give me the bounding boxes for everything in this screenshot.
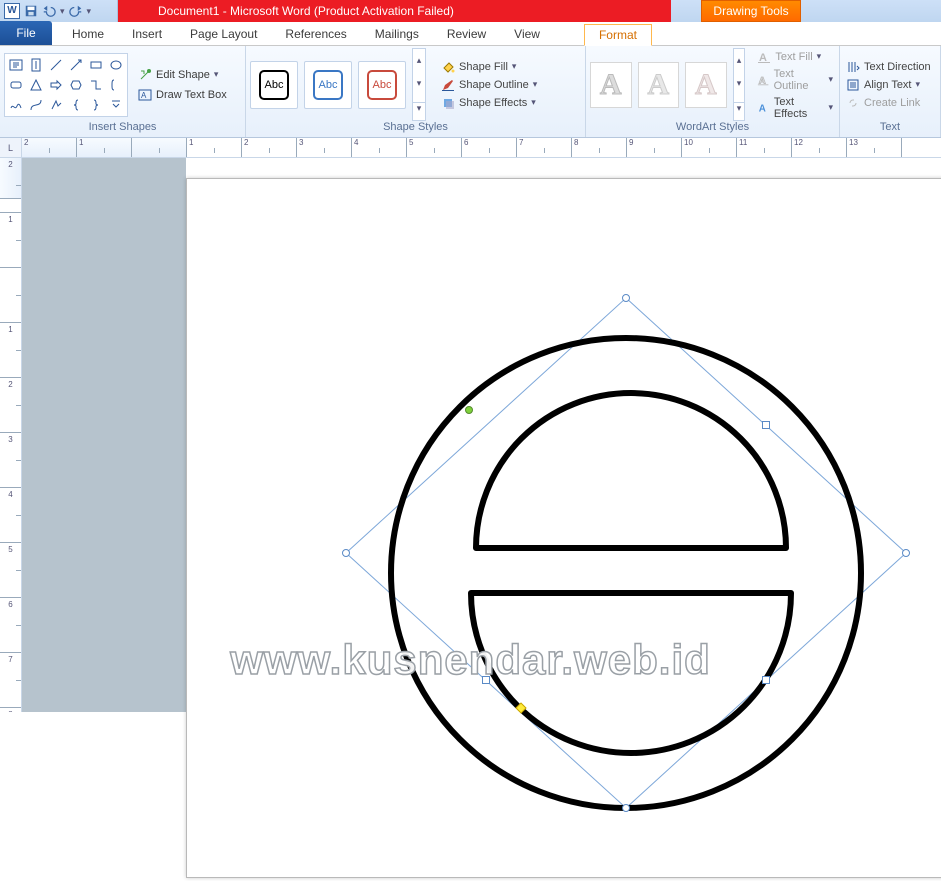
- svg-text:A: A: [759, 103, 766, 114]
- group-shape-styles: Abc Abc Abc ▴▾▾ Shape Fill▾ Shape Outlin…: [246, 46, 586, 137]
- horizontal-ruler[interactable]: 2112345678910111213: [22, 138, 941, 158]
- save-icon[interactable]: [24, 4, 38, 18]
- text-direction-button[interactable]: Text Direction: [844, 59, 933, 75]
- group-label-text: Text: [844, 121, 936, 137]
- shape-style-3[interactable]: Abc: [358, 61, 406, 109]
- shape-line-icon[interactable]: [47, 56, 65, 74]
- shapes-gallery[interactable]: [4, 53, 128, 117]
- shape-style-2[interactable]: Abc: [304, 61, 352, 109]
- text-direction-icon: [846, 60, 860, 74]
- window-title: Document1 - Microsoft Word (Product Acti…: [118, 0, 671, 22]
- title-gap: [671, 0, 701, 22]
- shape-rounded-rect-icon[interactable]: [7, 76, 25, 94]
- undo-icon[interactable]: [42, 4, 56, 18]
- tab-home[interactable]: Home: [58, 23, 118, 45]
- shape-brace-icon[interactable]: [67, 96, 85, 114]
- title-tail: [801, 0, 941, 22]
- redo-icon[interactable]: [69, 4, 83, 18]
- edit-shape-label: Edit Shape: [156, 69, 210, 81]
- pencil-icon: [441, 78, 455, 92]
- effects-icon: [441, 96, 455, 110]
- shape-elbow-connector-icon[interactable]: [87, 76, 105, 94]
- tab-mailings[interactable]: Mailings: [361, 23, 433, 45]
- vertical-ruler[interactable]: 2112345678910: [0, 158, 22, 712]
- qat-customize-icon[interactable]: ▾: [87, 6, 92, 17]
- tab-review[interactable]: Review: [433, 23, 500, 45]
- shape-outline-button[interactable]: Shape Outline▾: [438, 77, 540, 93]
- tab-format[interactable]: Format: [584, 24, 652, 46]
- wordart-more-icon[interactable]: ▴▾▾: [733, 48, 746, 121]
- shape-effects-button[interactable]: Shape Effects▾: [438, 95, 540, 111]
- draw-text-box-label: Draw Text Box: [156, 89, 227, 101]
- shape-rectangle-icon[interactable]: [87, 56, 105, 74]
- text-fill-icon: A: [757, 50, 771, 64]
- group-label-shape-styles: Shape Styles: [250, 121, 581, 137]
- ruler-corner[interactable]: L: [0, 138, 22, 158]
- text-outline-button: A Text Outline▾: [755, 67, 835, 93]
- tab-page-layout[interactable]: Page Layout: [176, 23, 271, 45]
- shape-block-arrow-icon[interactable]: [47, 76, 65, 94]
- wordart-style-3[interactable]: A: [685, 62, 727, 108]
- shape-arrow-icon[interactable]: [67, 56, 85, 74]
- align-text-icon: [846, 78, 860, 92]
- undo-dropdown-icon[interactable]: ▾: [60, 6, 65, 17]
- create-link-button: Create Link: [844, 95, 933, 111]
- link-icon: [846, 96, 860, 110]
- wordart-style-1[interactable]: A: [590, 62, 632, 108]
- shape-styles-more-icon[interactable]: ▴▾▾: [412, 48, 426, 121]
- ribbon-tabs: File Home Insert Page Layout References …: [0, 22, 941, 46]
- wordart-style-2[interactable]: A: [638, 62, 680, 108]
- shape-curve-icon[interactable]: [27, 96, 45, 114]
- title-bar: W ▾ ▾ Document1 - Microsoft Word (Produc…: [0, 0, 941, 22]
- text-outline-icon: A: [757, 73, 769, 87]
- shape-triangle-icon[interactable]: [27, 76, 45, 94]
- quick-access-toolbar: W ▾ ▾: [0, 0, 118, 22]
- shape-scribble-icon[interactable]: [7, 96, 25, 114]
- draw-text-box-button[interactable]: A Draw Text Box: [134, 86, 231, 104]
- file-tab[interactable]: File: [0, 21, 52, 45]
- group-text: Text Direction Align Text▾ Create Link T…: [840, 46, 941, 137]
- tab-references[interactable]: References: [271, 23, 360, 45]
- document-area: L 2112345678910111213 2112345678910: [0, 138, 941, 712]
- gallery-more-icon[interactable]: [107, 96, 125, 114]
- word-app-icon[interactable]: W: [4, 3, 20, 19]
- svg-text:A: A: [141, 91, 147, 100]
- edit-shape-button[interactable]: Edit Shape ▾: [134, 66, 231, 84]
- page[interactable]: [186, 178, 941, 878]
- shape-fill-button[interactable]: Shape Fill▾: [438, 59, 540, 75]
- shape-bracket-icon[interactable]: [107, 76, 125, 94]
- text-effects-icon: A: [757, 101, 770, 115]
- group-wordart-styles: A A A ▴▾▾ A Text Fill▾ A Text Outline▾ A…: [586, 46, 840, 137]
- shape-freeform-icon[interactable]: [47, 96, 65, 114]
- shape-oval-icon[interactable]: [107, 56, 125, 74]
- tab-view[interactable]: View: [500, 23, 554, 45]
- paint-bucket-icon: [441, 60, 455, 74]
- shape-right-brace-icon[interactable]: [87, 96, 105, 114]
- ribbon: Edit Shape ▾ A Draw Text Box Insert Shap…: [0, 46, 941, 138]
- shape-text-box-icon[interactable]: [7, 56, 25, 74]
- text-box-icon: A: [138, 88, 152, 102]
- contextual-tab-title: Drawing Tools: [701, 0, 801, 22]
- group-label-insert-shapes: Insert Shapes: [4, 121, 241, 137]
- edit-shape-icon: [138, 68, 152, 82]
- group-label-wordart: WordArt Styles: [590, 121, 835, 137]
- shape-hexagon-icon[interactable]: [67, 76, 85, 94]
- text-effects-button[interactable]: A Text Effects▾: [755, 95, 835, 121]
- shape-style-1[interactable]: Abc: [250, 61, 298, 109]
- page-margin-gray: [22, 158, 186, 712]
- text-fill-button: A Text Fill▾: [755, 49, 835, 65]
- tab-insert[interactable]: Insert: [118, 23, 176, 45]
- align-text-button[interactable]: Align Text▾: [844, 77, 933, 93]
- chevron-down-icon: ▾: [214, 69, 219, 80]
- shape-vertical-text-icon[interactable]: [27, 56, 45, 74]
- group-insert-shapes: Edit Shape ▾ A Draw Text Box Insert Shap…: [0, 46, 246, 137]
